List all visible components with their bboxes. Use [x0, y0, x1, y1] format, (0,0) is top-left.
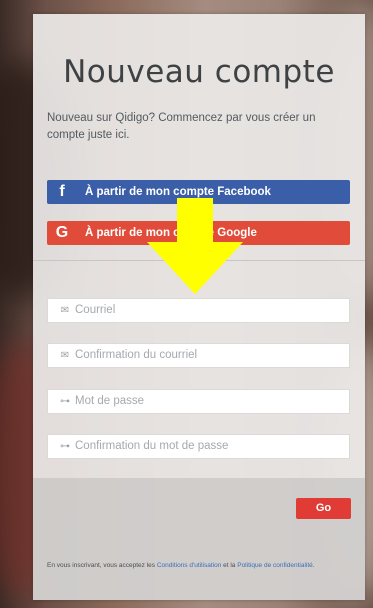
page-title: Nouveau compte: [63, 54, 335, 90]
arrow-down-icon: [147, 198, 243, 294]
facebook-icon: f: [59, 183, 65, 200]
email-field[interactable]: ✉ Courriel: [47, 298, 350, 323]
signup-card: Nouveau compte Nouveau sur Qidigo? Comme…: [33, 14, 365, 600]
privacy-policy-link[interactable]: Politique de confidentialité: [237, 562, 313, 569]
password-field[interactable]: ⊶ Mot de passe: [47, 389, 350, 414]
google-icon: G: [55, 224, 69, 241]
terms-conditions-link[interactable]: Conditions d'utilisation: [157, 562, 221, 569]
terms-text: En vous inscrivant, vous acceptez les Co…: [47, 562, 315, 569]
intro-text: Nouveau sur Qidigo? Commencez par vous c…: [47, 112, 316, 141]
email-confirm-placeholder: Confirmation du courriel: [75, 349, 198, 361]
email-confirm-field[interactable]: ✉ Confirmation du courriel: [47, 343, 350, 368]
envelope-icon: ✉: [60, 350, 70, 361]
password-placeholder: Mot de passe: [75, 395, 145, 407]
password-confirm-placeholder: Confirmation du mot de passe: [75, 440, 229, 452]
envelope-icon: ✉: [60, 305, 70, 316]
submit-button[interactable]: Go: [296, 498, 351, 519]
password-confirm-field[interactable]: ⊶ Confirmation du mot de passe: [47, 434, 350, 459]
key-icon: ⊶: [60, 396, 70, 407]
key-icon: ⊶: [60, 441, 70, 452]
email-placeholder: Courriel: [75, 304, 116, 316]
form-footer: [33, 478, 365, 600]
